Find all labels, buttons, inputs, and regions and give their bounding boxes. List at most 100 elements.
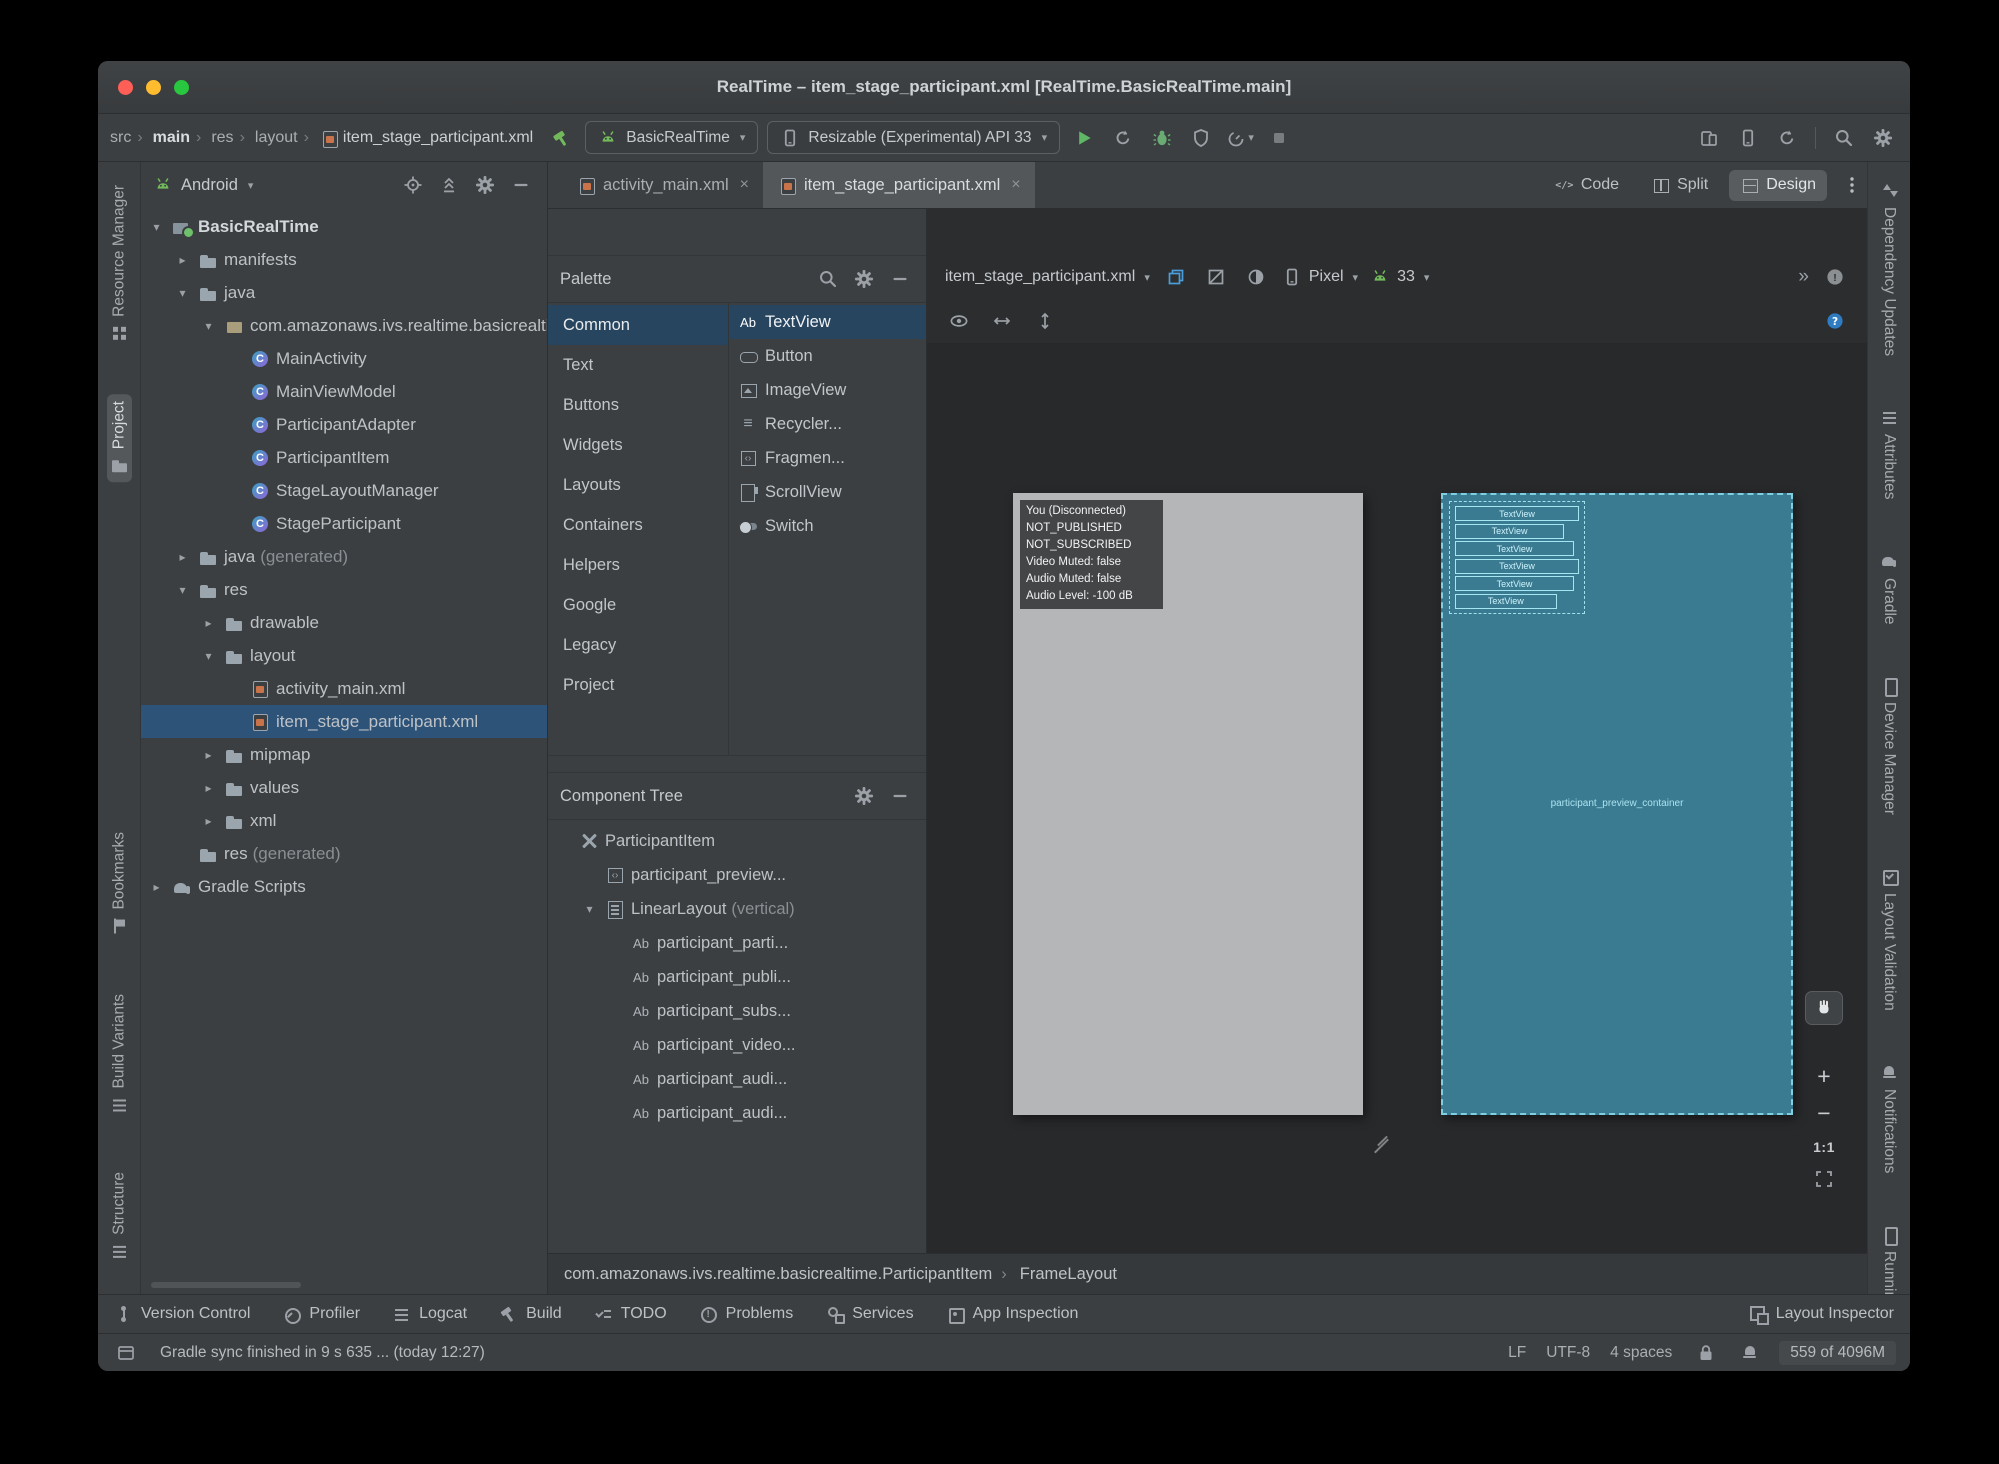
component-tree-item[interactable]: participant_audi... <box>548 1062 926 1096</box>
layout-inspector-button[interactable]: Layout Inspector <box>1749 1305 1894 1325</box>
project-tree-item[interactable]: ▾ BasicRealTime <box>141 210 547 243</box>
blueprint-textview[interactable]: TextView <box>1455 506 1579 521</box>
breadcrumb-item[interactable]: › layout <box>234 129 298 147</box>
line-separator-indicator[interactable]: LF <box>1508 1344 1526 1362</box>
tool-stripe-button[interactable]: Build Variants <box>107 987 132 1121</box>
project-tree-item[interactable]: MainActivity <box>141 342 547 375</box>
collapse-all-button[interactable] <box>435 171 463 199</box>
tool-window-button[interactable]: App Inspection <box>946 1305 1078 1324</box>
tree-expand-icon[interactable]: ▸ <box>199 814 218 828</box>
device-manager-icon[interactable] <box>1733 123 1763 153</box>
tool-stripe-button[interactable]: Dependency Updates <box>1877 174 1902 363</box>
project-tree-item[interactable]: MainViewModel <box>141 375 547 408</box>
tree-expand-icon[interactable]: ▾ <box>580 902 599 916</box>
api-level-selector[interactable]: 33 ▾ <box>1370 267 1429 287</box>
minimize-button[interactable] <box>146 79 161 95</box>
tool-stripe-button[interactable]: Project <box>106 393 132 483</box>
project-tree-item[interactable]: res (generated) <box>141 837 547 870</box>
project-tree-item[interactable]: item_stage_participant.xml <box>141 705 547 738</box>
design-preview[interactable]: You (Disconnected) NOT_PUBLISHED NOT_SUBSC… <box>1013 493 1363 1115</box>
fullscreen-button[interactable] <box>174 79 189 95</box>
palette-category[interactable]: Project <box>548 665 728 705</box>
tree-expand-icon[interactable]: ▸ <box>173 253 192 267</box>
status-message[interactable]: Gradle sync finished in 9 s 635 ... (tod… <box>160 1344 485 1362</box>
palette-category[interactable]: Containers <box>548 505 728 545</box>
view-mode-button[interactable]: Code <box>1544 170 1630 201</box>
project-tree-item[interactable]: ▸ xml <box>141 804 547 837</box>
apply-changes-button[interactable] <box>1108 123 1138 153</box>
tree-expand-icon[interactable]: ▸ <box>147 880 166 894</box>
settings-icon[interactable] <box>471 171 499 199</box>
help-icon[interactable] <box>1821 307 1849 335</box>
editor-tab[interactable]: activity_main.xml × <box>562 162 763 208</box>
close-tab-icon[interactable]: × <box>740 176 749 194</box>
debug-button[interactable] <box>1147 123 1177 153</box>
breadcrumb-item[interactable]: › main <box>131 129 190 147</box>
more-options-icon[interactable] <box>1837 170 1867 200</box>
settings-button[interactable] <box>1868 123 1898 153</box>
palette-category[interactable]: Text <box>548 345 728 385</box>
palette-component[interactable]: Button <box>729 339 926 373</box>
notifications-icon[interactable] <box>1740 1343 1759 1362</box>
breadcrumb-item[interactable]: › item_stage_participant.xml <box>298 128 533 148</box>
close-button[interactable] <box>118 79 133 95</box>
palette-category[interactable]: Helpers <box>548 545 728 585</box>
tool-stripe-button[interactable]: Gradle <box>1877 545 1902 632</box>
project-tree-item[interactable]: StageParticipant <box>141 507 547 540</box>
palette-category[interactable]: Buttons <box>548 385 728 425</box>
palette-category[interactable]: Layouts <box>548 465 728 505</box>
tool-window-button[interactable]: Services <box>825 1305 914 1324</box>
preview-resize-handle[interactable] <box>1371 1131 1391 1151</box>
view-mode-button[interactable]: Design <box>1729 169 1827 201</box>
memory-indicator[interactable]: 559 of 4096M <box>1779 1340 1896 1365</box>
blueprint-textview[interactable]: TextView <box>1455 558 1579 574</box>
toolwindow-toggle-icon[interactable] <box>112 1339 140 1367</box>
tool-window-button[interactable]: Problems <box>699 1305 794 1324</box>
pan-button[interactable] <box>1805 991 1843 1025</box>
component-tree-item[interactable]: ▾ LinearLayout (vertical) <box>548 892 926 926</box>
layers-icon[interactable] <box>1162 263 1190 291</box>
sync-project-icon[interactable] <box>1772 123 1802 153</box>
lock-icon[interactable] <box>1692 1339 1720 1367</box>
palette-category[interactable]: Google <box>548 585 728 625</box>
tool-stripe-button[interactable]: Device Manager <box>1877 669 1902 822</box>
project-tree-item[interactable]: activity_main.xml <box>141 672 547 705</box>
zoom-out-button[interactable]: − <box>1817 1102 1830 1125</box>
profiler-button[interactable]: ▾ <box>1225 123 1255 153</box>
project-tree-item[interactable]: ▸ drawable <box>141 606 547 639</box>
search-icon[interactable] <box>814 265 842 293</box>
palette-component[interactable]: Fragmen... <box>729 441 926 475</box>
component-breadcrumb-item[interactable]: › FrameLayout <box>992 1265 1117 1284</box>
blueprint-textview[interactable]: TextView <box>1455 576 1575 591</box>
component-tree-item[interactable]: participant_preview... <box>548 858 926 892</box>
component-tree-item[interactable]: participant_publi... <box>548 960 926 994</box>
resize-mode-icon[interactable] <box>1031 307 1059 335</box>
search-everywhere-button[interactable] <box>1829 123 1859 153</box>
tool-window-button[interactable]: Version Control <box>114 1305 250 1324</box>
palette-component[interactable]: TextView <box>729 305 926 339</box>
orientation-icon[interactable] <box>988 307 1016 335</box>
tool-stripe-button[interactable]: Notifications <box>1877 1056 1902 1180</box>
settings-icon[interactable] <box>850 265 878 293</box>
project-tree-item[interactable]: ▾ res <box>141 573 547 606</box>
tree-expand-icon[interactable]: ▸ <box>199 616 218 630</box>
tool-stripe-button[interactable]: Structure <box>107 1165 132 1268</box>
palette-component[interactable]: Switch <box>729 509 926 543</box>
component-tree-item[interactable]: participant_subs... <box>548 994 926 1028</box>
preview-device-selector[interactable]: Pixel ▾ <box>1282 267 1358 287</box>
project-tree-item[interactable]: ▸ Gradle Scripts <box>141 870 547 903</box>
component-tree-item[interactable]: ParticipantItem <box>548 824 926 858</box>
blueprint-textview[interactable]: TextView <box>1455 523 1565 539</box>
component-tree-item[interactable]: participant_parti... <box>548 926 926 960</box>
tool-window-button[interactable]: TODO <box>594 1305 667 1324</box>
tree-expand-icon[interactable]: ▾ <box>173 583 192 597</box>
palette-component[interactable]: ScrollView <box>729 475 926 509</box>
tool-stripe-button[interactable]: Bookmarks <box>107 825 132 943</box>
hide-panel-button[interactable] <box>507 171 535 199</box>
component-tree-item[interactable]: participant_audi... <box>548 1096 926 1130</box>
zoom-in-button[interactable]: + <box>1817 1065 1830 1088</box>
blueprint-textview[interactable]: TextView <box>1455 541 1575 556</box>
project-tree-item[interactable]: ▸ manifests <box>141 243 547 276</box>
tree-expand-icon[interactable]: ▸ <box>173 550 192 564</box>
project-tree-item[interactable]: ▾ java <box>141 276 547 309</box>
